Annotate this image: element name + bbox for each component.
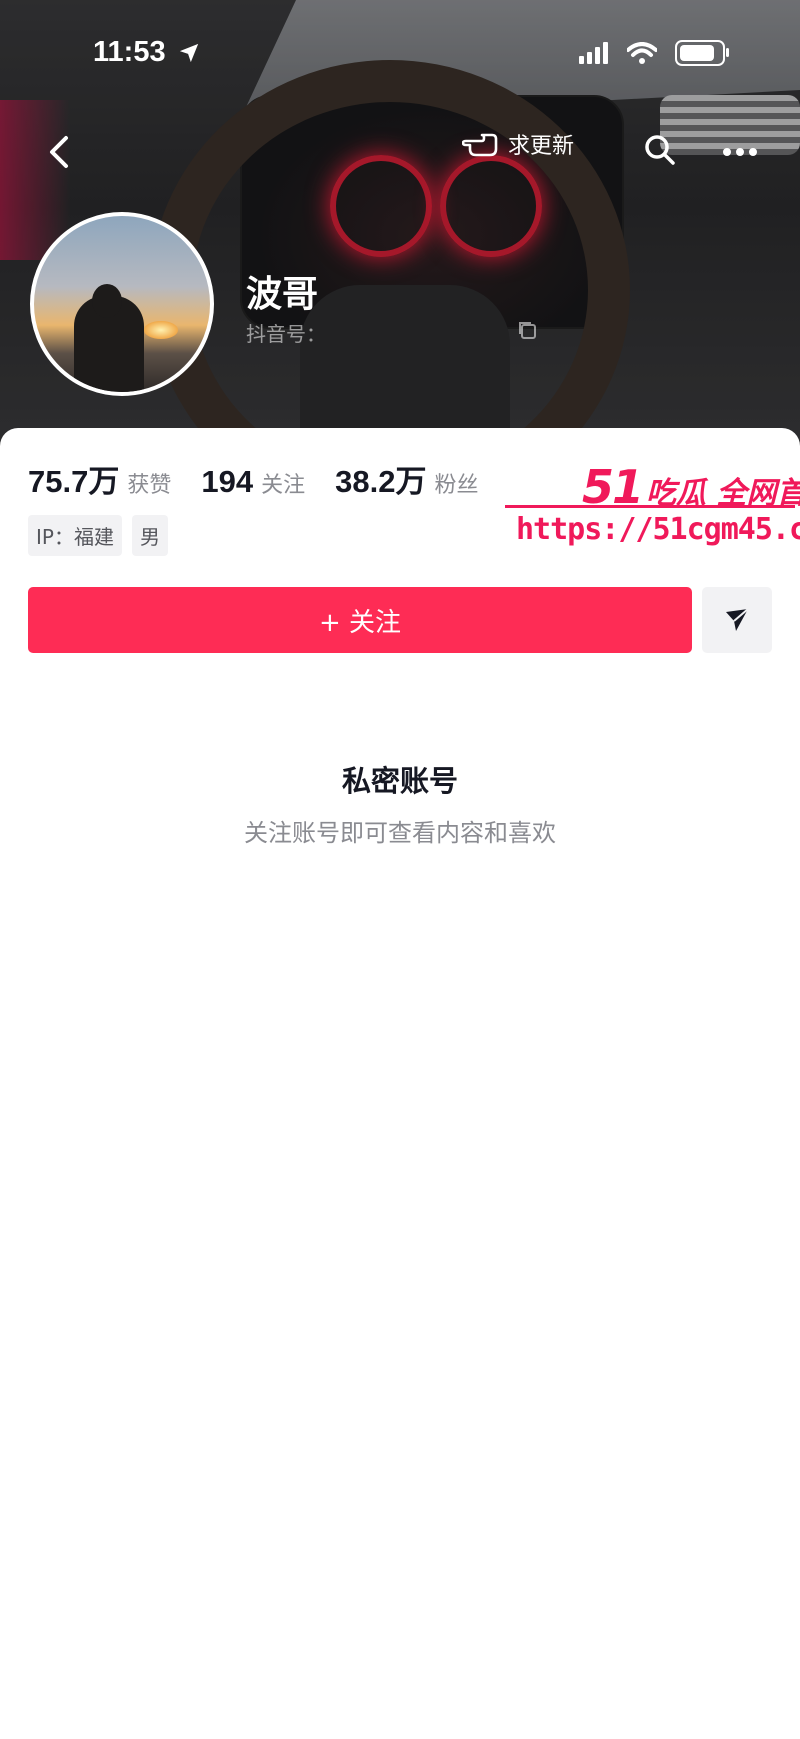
search-icon xyxy=(645,135,675,165)
time-text: 11:53 xyxy=(93,36,166,68)
share-button[interactable] xyxy=(702,587,772,653)
search-button[interactable] xyxy=(643,133,677,171)
follow-button[interactable]: + 关注 xyxy=(28,587,692,653)
stat-following[interactable]: 194 关注 xyxy=(201,464,305,500)
pointing-hand-icon xyxy=(462,133,498,157)
status-bar-time: 11:53 xyxy=(93,36,200,69)
stat-following-label: 关注 xyxy=(261,473,306,498)
stat-followers[interactable]: 38.2万 粉丝 xyxy=(335,456,478,501)
back-button[interactable] xyxy=(38,130,82,174)
battery-icon xyxy=(675,40,729,66)
stats-row: 75.7万 获赞 194 关注 38.2万 粉丝 xyxy=(28,456,508,501)
private-account-title: 私密账号 xyxy=(341,764,458,798)
signal-icon xyxy=(579,42,608,64)
profile-tags: IP：福建 男 xyxy=(28,515,168,556)
request-update-label: 求更新 xyxy=(508,134,575,159)
copy-icon[interactable] xyxy=(517,320,539,342)
wifi-icon xyxy=(627,42,657,64)
stat-likes-label: 获赞 xyxy=(127,473,172,498)
stat-followers-value: 38.2万 xyxy=(335,464,427,499)
more-button[interactable] xyxy=(722,142,758,161)
status-icons xyxy=(579,40,729,66)
douyin-id: 抖音号： xyxy=(246,322,326,346)
location-arrow-icon xyxy=(179,43,198,63)
stat-following-value: 194 xyxy=(201,464,254,499)
stat-likes[interactable]: 75.7万 获赞 xyxy=(28,456,171,501)
stat-likes-value: 75.7万 xyxy=(28,464,120,499)
tag-gender: 男 xyxy=(131,515,168,556)
watermark-url: https://51cgm45.com xyxy=(516,512,800,547)
profile-name: 波哥 xyxy=(246,274,319,315)
tag-ip: IP：福建 xyxy=(28,515,122,556)
request-update-button[interactable]: 求更新 xyxy=(462,128,574,160)
more-dots-icon xyxy=(723,148,757,156)
share-arrow-icon xyxy=(726,608,749,631)
follow-button-label: + 关注 xyxy=(318,607,402,638)
avatar[interactable] xyxy=(30,212,214,396)
back-chevron-icon xyxy=(50,136,68,168)
private-account-subtitle: 关注账号即可查看内容和喜欢 xyxy=(244,819,556,847)
stat-followers-label: 粉丝 xyxy=(434,473,479,498)
watermark-divider xyxy=(505,505,795,508)
